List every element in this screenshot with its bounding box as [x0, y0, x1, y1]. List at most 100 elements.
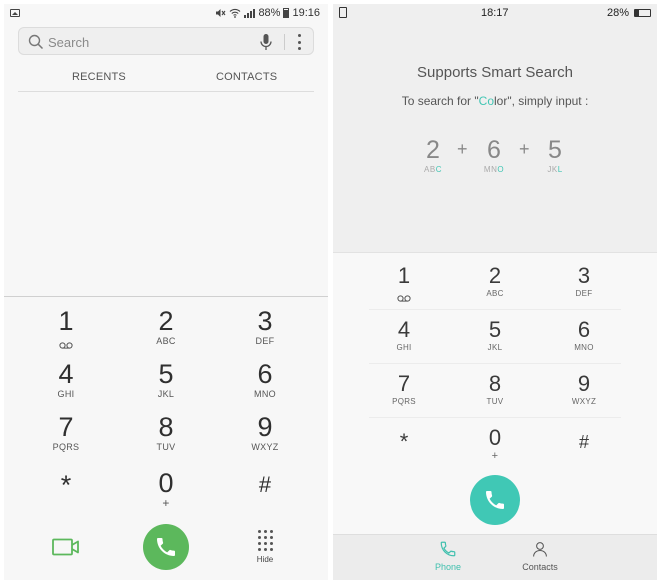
row-divider [369, 417, 621, 418]
key-digit: 9 [257, 412, 273, 442]
call-button[interactable] [143, 524, 189, 570]
key-letters: ABC [486, 289, 504, 298]
letters-highlight: L [557, 165, 563, 174]
key-letters: WXYZ [251, 442, 279, 452]
example-key-6: 6 MNO [474, 136, 514, 176]
key-letters: + [491, 450, 499, 462]
bottom-navigation: Phone Contacts [333, 534, 657, 580]
example-digit: 6 [487, 136, 501, 164]
subtitle-highlight: Co [478, 94, 494, 108]
key-digit: 2 [488, 263, 502, 288]
example-letters: ABC [413, 164, 453, 176]
key-star[interactable]: * [16, 470, 116, 520]
key-6[interactable]: 6 MNO [215, 359, 315, 409]
key-digit: 1 [58, 306, 74, 336]
key-digit: 0 [158, 468, 174, 498]
status-bar: 18:17 28% [333, 4, 657, 24]
video-call-icon[interactable] [52, 538, 80, 556]
voicemail-icon [397, 295, 411, 302]
key-letters: DEF [575, 289, 593, 298]
nav-contacts[interactable]: Contacts [505, 540, 575, 572]
key-2[interactable]: 2 ABC [116, 306, 216, 356]
example-key-5: 5 JKL [535, 136, 575, 176]
clock: 18:17 [481, 7, 509, 19]
dialer-actions: Hide [4, 524, 328, 576]
nav-phone[interactable]: Phone [413, 540, 483, 572]
key-digit: 9 [577, 371, 591, 396]
key-letters: MNO [254, 389, 276, 399]
key-digit: 6 [257, 359, 273, 389]
search-input[interactable] [48, 32, 248, 52]
example-letters: MNO [474, 164, 514, 176]
key-letters: GHI [396, 343, 412, 352]
more-icon[interactable] [296, 34, 302, 50]
voicemail-icon [59, 342, 73, 349]
key-letters: PQRS [52, 442, 80, 452]
key-letters: JKL [487, 343, 503, 352]
example-digit: 5 [548, 136, 562, 164]
keypad-divider [4, 296, 328, 297]
key-0[interactable]: 0 + [116, 468, 216, 518]
mute-icon [216, 9, 226, 17]
letters-highlight: C [435, 165, 442, 174]
key-4[interactable]: 4 GHI [16, 359, 116, 409]
row-divider [369, 363, 621, 364]
key-letters: MNO [574, 343, 594, 352]
key-letters: GHI [57, 389, 75, 399]
phone-icon [440, 541, 456, 557]
key-1[interactable]: 1 [16, 306, 116, 356]
example-plus: + [519, 139, 530, 159]
call-button[interactable] [470, 475, 520, 525]
tab-recents[interactable]: RECENTS [72, 71, 126, 83]
letters-plain: JK [547, 165, 558, 174]
tab-contacts[interactable]: CONTACTS [216, 71, 277, 83]
status-bar: 88% 19:16 [4, 4, 328, 24]
key-digit: # [258, 472, 272, 497]
key-star[interactable]: * [359, 429, 449, 483]
example-key-2: 2 ABC [413, 136, 453, 176]
smart-search-subtitle: To search for "Color", simply input : [333, 94, 657, 108]
smart-search-title: Supports Smart Search [417, 64, 573, 81]
dialer-screen-left: 88% 19:16 RECENTS CONTACTS 1 2 ABC 3 DEF… [4, 4, 328, 580]
battery-icon [634, 9, 651, 17]
key-digit: 4 [58, 359, 74, 389]
search-divider [284, 34, 285, 50]
key-letters: ABC [156, 336, 176, 346]
key-hash[interactable]: # [539, 429, 629, 483]
key-0[interactable]: 0 + [450, 425, 540, 479]
key-digit: # [578, 432, 589, 452]
nav-label: Contacts [522, 562, 558, 572]
row-divider [369, 309, 621, 310]
example-letters: JKL [535, 164, 575, 176]
key-8[interactable]: 8 TUV [116, 412, 216, 462]
dialpad: 1 2 ABC 3 DEF 4 GHI 5 JKL 6 MNO 7 PQRS 8… [333, 252, 657, 534]
subtitle-text: lo [494, 94, 504, 108]
search-icon [28, 34, 44, 50]
dialer-screen-right: 18:17 28% Supports Smart Search To searc… [333, 4, 657, 580]
signal-icon [244, 8, 256, 18]
key-5[interactable]: 5 JKL [116, 359, 216, 409]
phone-icon [486, 491, 504, 509]
search-bar [18, 27, 314, 55]
key-digit: * [399, 429, 409, 454]
mic-icon[interactable] [259, 33, 273, 51]
key-hash[interactable]: # [215, 470, 315, 520]
hide-keypad-button[interactable]: Hide [252, 530, 278, 572]
key-digit: 2 [158, 306, 174, 336]
contacts-icon [533, 542, 547, 557]
wifi-icon [230, 8, 241, 18]
subtitle-text: r", simply input : [503, 94, 589, 108]
key-9[interactable]: 9 WXYZ [215, 412, 315, 462]
key-letters: DEF [255, 336, 275, 346]
tab-bar: RECENTS CONTACTS [18, 68, 314, 92]
key-digit: 6 [577, 317, 591, 342]
letters-highlight: O [497, 165, 505, 174]
key-letters: TUV [156, 442, 176, 452]
key-letters: TUV [486, 397, 504, 406]
key-7[interactable]: 7 PQRS [16, 412, 116, 462]
key-3[interactable]: 3 DEF [215, 306, 315, 356]
nav-label: Phone [434, 562, 462, 572]
key-digit: 3 [257, 306, 273, 336]
key-digit: 3 [577, 263, 591, 288]
key-digit: 0 [488, 425, 502, 450]
